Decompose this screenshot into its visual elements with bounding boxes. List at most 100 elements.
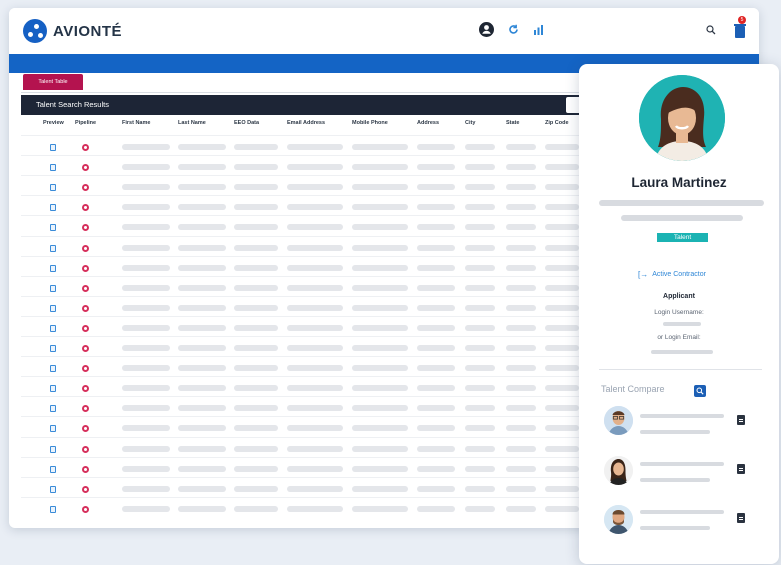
preview-icon[interactable] xyxy=(50,284,56,292)
preview-icon[interactable] xyxy=(50,445,56,453)
preview-icon[interactable] xyxy=(50,264,56,272)
column-header[interactable]: Mobile Phone xyxy=(352,120,388,126)
preview-icon[interactable] xyxy=(50,184,56,192)
cell-placeholder xyxy=(178,164,226,171)
cell-placeholder xyxy=(287,284,343,291)
column-header[interactable]: Address xyxy=(417,120,439,126)
preview-icon[interactable] xyxy=(50,405,56,413)
cell-placeholder xyxy=(352,204,408,211)
cell-placeholder xyxy=(178,465,226,472)
tab-talent-table[interactable]: Talent Table xyxy=(23,74,83,90)
user-icon[interactable] xyxy=(479,22,494,37)
preview-icon[interactable] xyxy=(50,385,56,393)
cell-placeholder xyxy=(234,264,278,271)
preview-icon[interactable] xyxy=(50,425,56,433)
cell-placeholder xyxy=(545,425,579,432)
cell-placeholder xyxy=(506,184,536,191)
cell-placeholder xyxy=(465,224,495,231)
cell-placeholder xyxy=(178,505,226,512)
profile-card: Laura Martinez Talent [→ Active Contract… xyxy=(579,64,779,564)
pipeline-icon[interactable] xyxy=(82,164,89,172)
preview-icon[interactable] xyxy=(50,345,56,352)
man-glasses-avatar[interactable] xyxy=(604,406,633,435)
cell-placeholder xyxy=(122,425,170,432)
analytics-icon[interactable] xyxy=(533,24,544,35)
cell-placeholder xyxy=(417,224,455,231)
cell-placeholder xyxy=(287,425,343,432)
pipeline-icon[interactable] xyxy=(82,144,89,151)
cell-placeholder xyxy=(545,324,579,331)
cell-placeholder xyxy=(545,505,579,512)
pipeline-icon[interactable] xyxy=(82,324,89,332)
cell-placeholder xyxy=(352,224,408,231)
preview-icon[interactable] xyxy=(50,204,56,212)
pipeline-icon[interactable] xyxy=(82,224,89,232)
preview-icon[interactable] xyxy=(50,144,56,151)
cell-placeholder xyxy=(417,465,455,472)
pipeline-icon[interactable] xyxy=(82,505,89,513)
notification-badge: 5 xyxy=(738,16,746,24)
column-header[interactable]: Pipeline xyxy=(75,120,96,126)
refresh-icon[interactable] xyxy=(508,24,519,35)
pipeline-icon[interactable] xyxy=(82,284,89,292)
woman-avatar[interactable] xyxy=(604,456,633,485)
preview-icon[interactable] xyxy=(50,164,56,172)
pipeline-icon[interactable] xyxy=(82,264,89,272)
preview-icon[interactable] xyxy=(50,485,56,493)
pipeline-icon[interactable] xyxy=(82,204,89,212)
preview-icon[interactable] xyxy=(50,324,56,332)
cell-placeholder xyxy=(287,184,343,191)
cell-placeholder xyxy=(545,244,579,251)
pipeline-icon[interactable] xyxy=(82,485,89,493)
cell-placeholder xyxy=(465,164,495,171)
compare-search-icon[interactable] xyxy=(694,385,706,397)
column-header[interactable]: Email Address xyxy=(287,120,325,126)
column-header[interactable]: EEO Data xyxy=(234,120,259,126)
preview-icon[interactable] xyxy=(50,465,56,473)
cell-placeholder xyxy=(506,144,536,150)
preview-icon[interactable] xyxy=(50,365,56,373)
preview-icon[interactable] xyxy=(50,505,56,513)
aviont-logo-icon xyxy=(23,19,47,43)
document-icon[interactable] xyxy=(737,464,745,474)
cell-placeholder xyxy=(178,485,226,492)
cell-placeholder xyxy=(122,304,170,311)
cell-placeholder xyxy=(234,184,278,191)
cell-placeholder xyxy=(465,385,495,392)
column-header[interactable]: City xyxy=(465,120,475,126)
man-beard-avatar[interactable] xyxy=(604,505,633,534)
column-header[interactable]: First Name xyxy=(122,120,150,126)
pipeline-icon[interactable] xyxy=(82,405,89,413)
pipeline-icon[interactable] xyxy=(82,445,89,453)
cell-placeholder xyxy=(287,324,343,331)
pipeline-icon[interactable] xyxy=(82,345,89,352)
cell-placeholder xyxy=(122,264,170,271)
cell-placeholder xyxy=(234,164,278,171)
column-header[interactable]: Preview xyxy=(43,120,64,126)
pipeline-icon[interactable] xyxy=(82,385,89,393)
pipeline-icon[interactable] xyxy=(82,425,89,433)
active-contractor-status[interactable]: [→ Active Contractor xyxy=(638,270,706,279)
document-icon[interactable] xyxy=(737,513,745,523)
preview-icon[interactable] xyxy=(50,244,56,252)
cell-placeholder xyxy=(506,425,536,432)
cell-placeholder xyxy=(287,345,343,351)
search-icon[interactable] xyxy=(706,25,716,35)
pipeline-icon[interactable] xyxy=(82,365,89,373)
notification-bin-icon[interactable]: 5 xyxy=(733,16,747,39)
pipeline-icon[interactable] xyxy=(82,465,89,473)
talent-compare-title: Talent Compare xyxy=(601,384,665,394)
preview-icon[interactable] xyxy=(50,224,56,232)
pipeline-icon[interactable] xyxy=(82,184,89,192)
pipeline-icon[interactable] xyxy=(82,244,89,252)
document-icon[interactable] xyxy=(737,415,745,425)
cell-placeholder xyxy=(122,505,170,512)
cell-placeholder xyxy=(545,385,579,392)
logo[interactable]: AVIONTÉ xyxy=(23,19,122,43)
column-header[interactable]: State xyxy=(506,120,519,126)
column-header[interactable]: Last Name xyxy=(178,120,206,126)
preview-icon[interactable] xyxy=(50,304,56,312)
cell-placeholder xyxy=(465,244,495,251)
column-header[interactable]: Zip Code xyxy=(545,120,569,126)
pipeline-icon[interactable] xyxy=(82,304,89,312)
